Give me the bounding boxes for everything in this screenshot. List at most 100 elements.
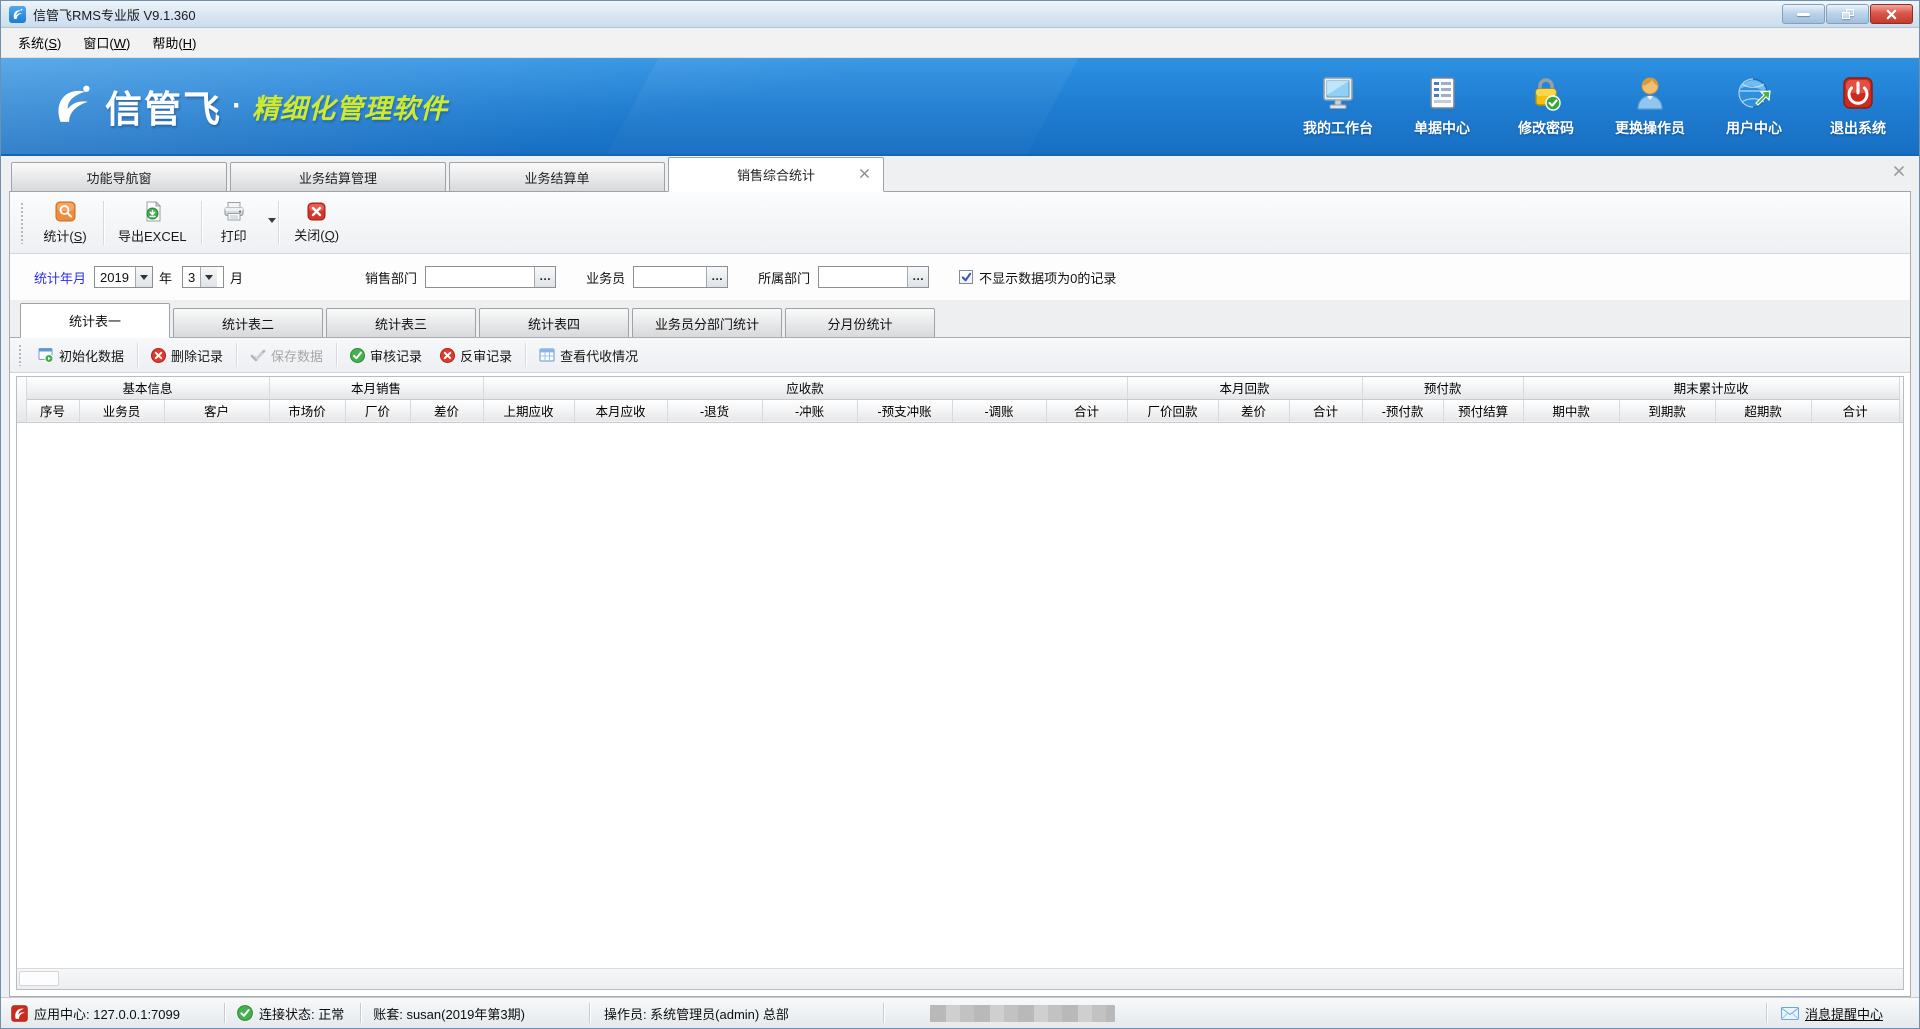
column-group-header: 基本信息 xyxy=(26,377,269,399)
change-operator-button[interactable]: 更换操作员 xyxy=(1611,75,1689,138)
column-header[interactable]: 合计 xyxy=(1046,399,1127,422)
export-excel-button[interactable]: 导出EXCEL xyxy=(110,198,195,248)
column-header[interactable]: 序号 xyxy=(26,399,79,422)
belong-dept-browse-button[interactable]: … xyxy=(907,267,928,287)
menu-item-help[interactable]: 帮助(H) xyxy=(141,28,207,57)
sales-dept-browse-button[interactable]: … xyxy=(534,267,555,287)
subtab-report-3[interactable]: 统计表三 xyxy=(326,308,476,337)
toolbar-grip[interactable] xyxy=(20,202,25,244)
banner-button-label: 更换操作员 xyxy=(1615,118,1685,138)
print-dropdown-caret[interactable] xyxy=(268,218,276,227)
document-center-button[interactable]: 单据中心 xyxy=(1403,75,1481,138)
column-header[interactable]: 厂价回款 xyxy=(1127,399,1218,422)
exit-system-button[interactable]: 退出系统 xyxy=(1819,75,1897,138)
menu-label: 帮助( xyxy=(152,36,182,51)
subtab-label: 分月份统计 xyxy=(827,314,892,333)
tab-business-settlement-doc[interactable]: 业务结算单 xyxy=(449,162,665,191)
message-center-link[interactable]: 消息提醒中心 xyxy=(1781,1004,1883,1023)
tab-close-icon[interactable] xyxy=(859,168,870,179)
init-data-button[interactable]: 初始化数据 xyxy=(29,342,133,369)
menu-item-window[interactable]: 窗口(W) xyxy=(72,28,141,57)
approve-icon xyxy=(350,348,365,363)
print-button[interactable]: 打印 xyxy=(208,198,272,248)
tab-business-settlement-mgmt[interactable]: 业务结算管理 xyxy=(230,162,446,191)
filter-bar: 统计年月 2019 年 3 月 销售部门 … 业务员 … 所属部门 xyxy=(10,254,1910,300)
app-center-icon xyxy=(11,1005,28,1022)
statistics-button[interactable]: 统计(S) xyxy=(33,198,97,248)
column-header[interactable]: 超期款 xyxy=(1715,399,1811,422)
action-button-label: 反审记录 xyxy=(460,346,512,365)
app-logo-icon xyxy=(9,6,26,23)
column-header[interactable]: 本月应收 xyxy=(574,399,667,422)
operator-icon xyxy=(1630,75,1670,113)
column-header[interactable]: 差价 xyxy=(1218,399,1289,422)
header-filler xyxy=(1899,377,1903,422)
menu-hotkey: H xyxy=(183,36,192,51)
checkbox-checked-icon[interactable] xyxy=(959,270,973,284)
sales-dept-input[interactable] xyxy=(426,267,534,287)
column-group-header: 本月销售 xyxy=(269,377,483,399)
approve-record-button[interactable]: 审核记录 xyxy=(341,342,431,369)
change-password-button[interactable]: 修改密码 xyxy=(1507,75,1585,138)
subtab-report-1[interactable]: 统计表一 xyxy=(20,303,170,338)
column-header[interactable]: 市场价 xyxy=(269,399,345,422)
user-center-button[interactable]: 用户中心 xyxy=(1715,75,1793,138)
toolbar-button-label: 统计(S) xyxy=(43,226,86,245)
tab-sales-statistics[interactable]: 销售综合统计 xyxy=(668,157,884,192)
column-header[interactable]: 期中款 xyxy=(1523,399,1619,422)
init-data-icon xyxy=(38,347,54,363)
column-header[interactable]: 到期款 xyxy=(1619,399,1715,422)
my-workbench-button[interactable]: 我的工作台 xyxy=(1299,75,1377,138)
month-combobox[interactable]: 3 xyxy=(182,266,224,288)
subtab-report-2[interactable]: 统计表二 xyxy=(173,308,323,337)
menu-item-system[interactable]: 系统(S) xyxy=(7,28,72,57)
scrollbar-thumb[interactable] xyxy=(19,971,59,986)
delete-record-button[interactable]: 删除记录 xyxy=(142,342,232,369)
menu-label: ) xyxy=(126,36,130,51)
column-header[interactable]: -退货 xyxy=(667,399,762,422)
column-header[interactable]: -调账 xyxy=(952,399,1046,422)
salesman-label: 业务员 xyxy=(586,268,625,287)
unapprove-record-button[interactable]: 反审记录 xyxy=(431,342,521,369)
save-data-button[interactable]: 保存数据 xyxy=(241,342,332,369)
column-header[interactable]: -冲账 xyxy=(762,399,857,422)
globe-icon xyxy=(1734,75,1774,113)
save-icon xyxy=(250,348,266,363)
table-empty-area[interactable] xyxy=(17,423,1903,969)
chevron-down-icon[interactable] xyxy=(200,267,217,287)
salesman-browse-button[interactable]: … xyxy=(706,267,727,287)
subtab-salesman-by-dept[interactable]: 业务员分部门统计 xyxy=(632,308,782,337)
salesman-input[interactable] xyxy=(634,267,706,287)
belong-dept-input[interactable] xyxy=(819,267,907,287)
view-collection-button[interactable]: 查看代收情况 xyxy=(530,342,647,369)
banner-button-label: 修改密码 xyxy=(1518,118,1574,138)
subtab-report-4[interactable]: 统计表四 xyxy=(479,308,629,337)
horizontal-scrollbar[interactable] xyxy=(17,968,1903,989)
column-header[interactable]: -预付款 xyxy=(1362,399,1443,422)
close-icon xyxy=(307,202,326,221)
actionbar-grip[interactable] xyxy=(18,344,23,366)
column-header[interactable]: 客户 xyxy=(164,399,269,422)
minimize-button[interactable] xyxy=(1782,4,1825,24)
column-header[interactable]: -预支冲账 xyxy=(857,399,952,422)
tab-label: 销售综合统计 xyxy=(737,165,815,184)
subtab-by-month[interactable]: 分月份统计 xyxy=(785,308,935,337)
column-header[interactable]: 业务员 xyxy=(79,399,164,422)
column-header[interactable]: 合计 xyxy=(1289,399,1362,422)
hide-zero-checkbox-group[interactable]: 不显示数据项为0的记录 xyxy=(959,268,1116,287)
column-header[interactable]: 厂价 xyxy=(345,399,410,422)
brand-slogan: 精细化管理软件 xyxy=(252,87,448,126)
tab-strip-close-icon[interactable] xyxy=(1893,165,1905,177)
column-header[interactable]: 合计 xyxy=(1811,399,1899,422)
tab-function-navigator[interactable]: 功能导航窗 xyxy=(11,162,227,191)
chevron-down-icon[interactable] xyxy=(135,267,152,287)
column-header[interactable]: 差价 xyxy=(410,399,483,422)
column-group-header: 预付款 xyxy=(1362,377,1523,399)
year-combobox[interactable]: 2019 xyxy=(94,266,153,288)
column-header[interactable]: 预付结算 xyxy=(1443,399,1523,422)
close-page-button[interactable]: 关闭(Q) xyxy=(285,198,349,248)
month-unit-label: 月 xyxy=(230,268,243,287)
column-header[interactable]: 上期应收 xyxy=(483,399,574,422)
close-button[interactable] xyxy=(1870,4,1913,24)
restore-button[interactable] xyxy=(1826,4,1869,24)
